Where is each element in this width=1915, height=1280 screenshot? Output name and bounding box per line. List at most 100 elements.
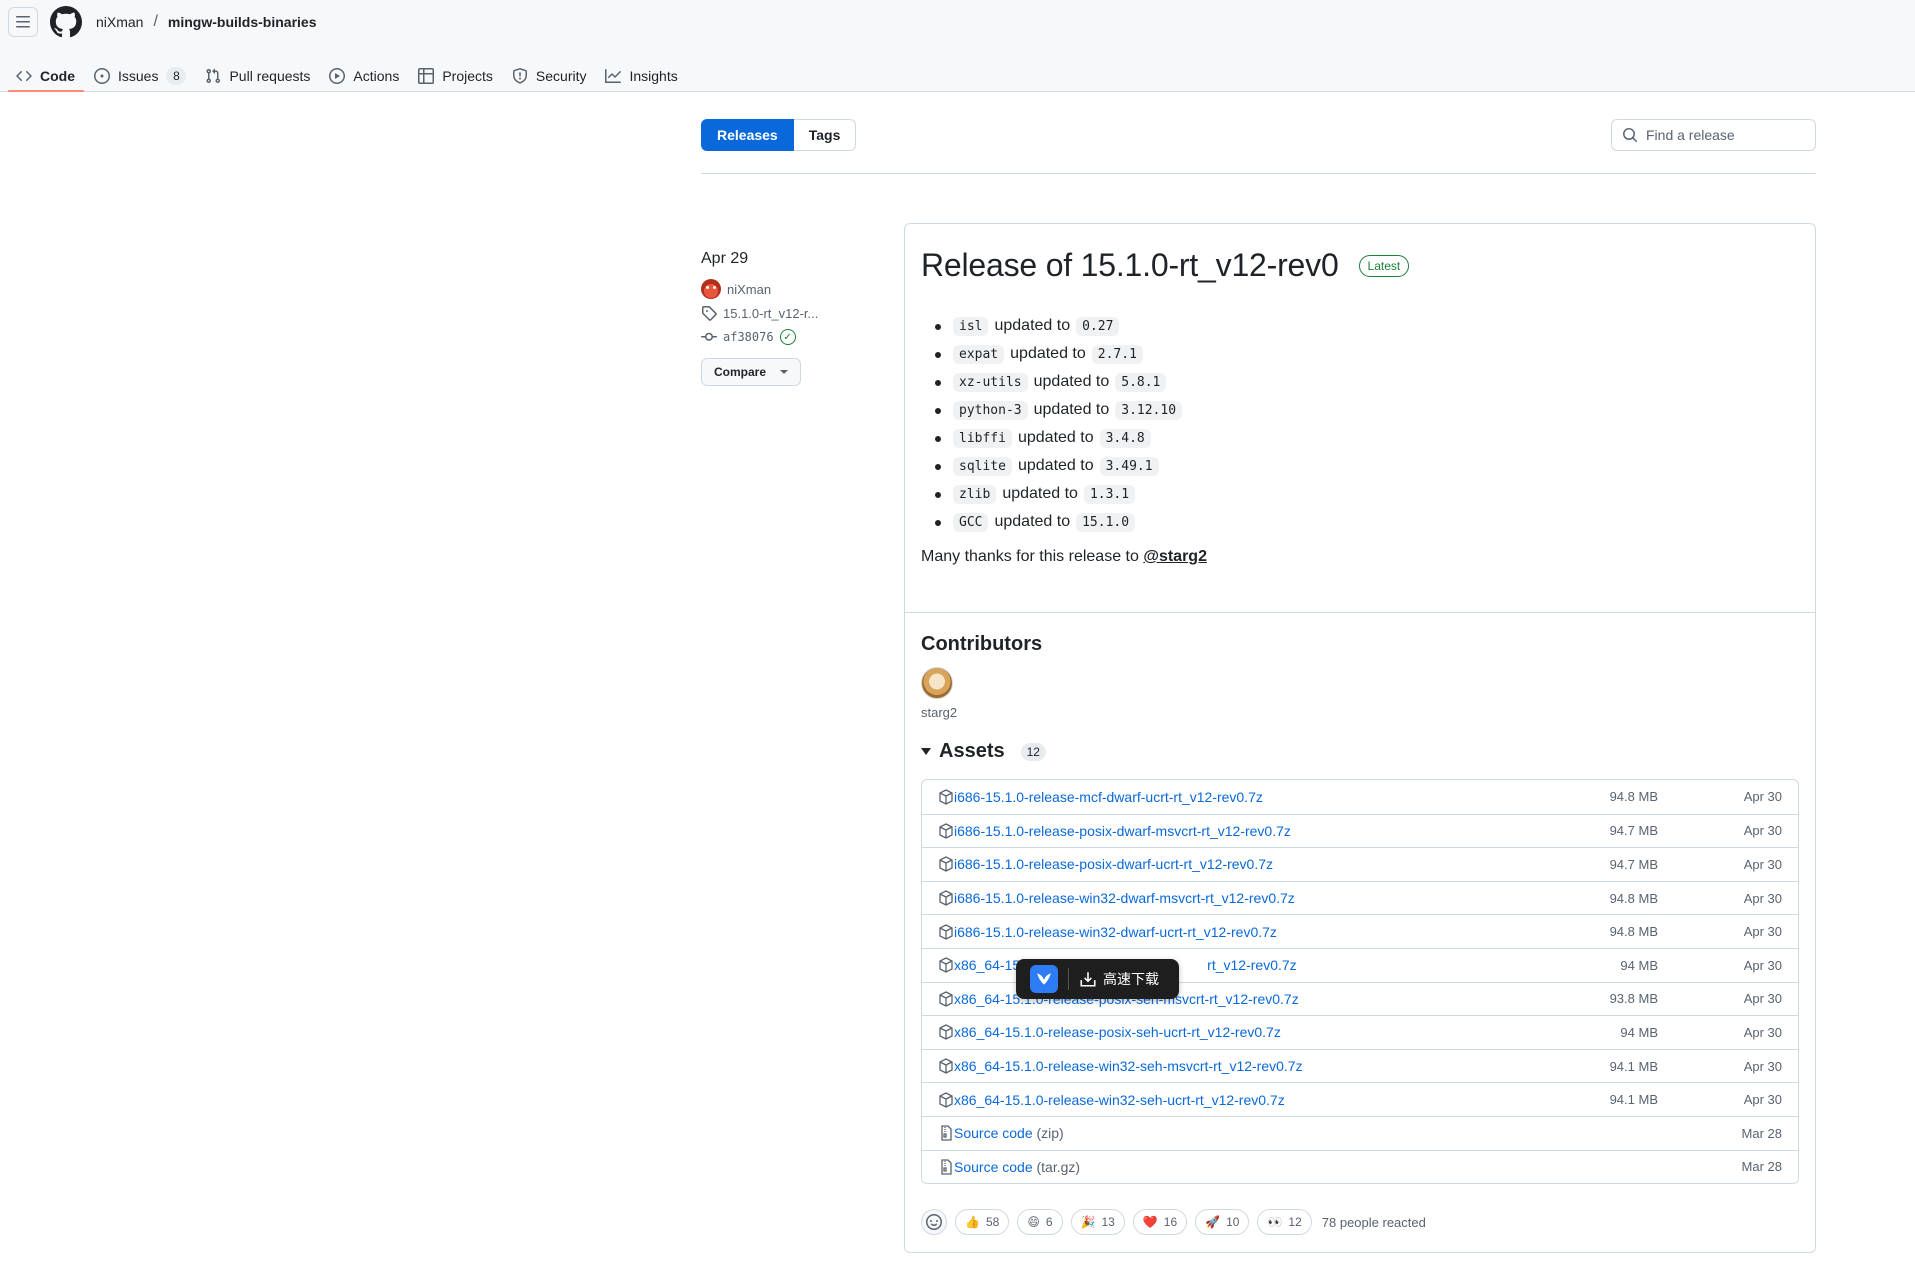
note-text: updated to — [994, 317, 1071, 334]
smiley-icon — [926, 1214, 942, 1230]
release-card: Release of 15.1.0-rt_v12-rev0 Latest isl… — [904, 223, 1816, 1253]
tab-pull-requests-label: Pull requests — [229, 67, 311, 84]
find-release-search[interactable] — [1611, 119, 1816, 151]
assets-heading: Assets — [939, 740, 1005, 762]
menu-button[interactable] — [8, 7, 38, 37]
asset-link[interactable]: x86_64-15.1.0-release-win32-seh-ucrt-rt_… — [954, 1092, 1538, 1108]
version: 5.8.1 — [1115, 372, 1167, 392]
tags-tab[interactable]: Tags — [793, 119, 857, 151]
release-tag[interactable]: 15.1.0-rt_v12-r... — [701, 302, 881, 324]
author-name: niXman — [727, 281, 772, 297]
tab-projects[interactable]: Projects — [410, 56, 502, 92]
reaction-thumbs-up[interactable]: 👍 58 — [955, 1209, 1010, 1235]
asset-date: Apr 30 — [1743, 991, 1782, 1007]
release-body: Release of 15.1.0-rt_v12-rev0 Latest isl… — [905, 224, 1815, 613]
tab-pull-requests[interactable]: Pull requests — [197, 56, 319, 92]
fast-download-button[interactable]: 高速下载 — [1079, 969, 1159, 989]
reaction-hooray[interactable]: 🎉 13 — [1070, 1209, 1125, 1235]
tab-actions[interactable]: Actions — [321, 56, 408, 92]
note-text: updated to — [1017, 457, 1094, 474]
bird-logo-icon — [1030, 965, 1058, 993]
file-zip-icon — [941, 1159, 952, 1175]
tab-issues[interactable]: Issues 8 — [86, 56, 195, 92]
release-commit[interactable]: af38076 ✓ — [701, 326, 881, 348]
find-release-input[interactable] — [1646, 127, 1806, 143]
repo-owner-link[interactable]: niXman — [96, 14, 143, 30]
tab-security[interactable]: Security — [504, 56, 596, 92]
package-name: GCC — [953, 512, 989, 532]
contributors-section: Contributors starg2 Assets 12 i686-15.1.… — [905, 613, 1815, 1185]
package-icon — [939, 957, 953, 973]
user-mention-link[interactable]: @starg2 — [1143, 548, 1207, 565]
package-icon — [939, 1091, 953, 1108]
repo-name-link[interactable]: mingw-builds-binaries — [168, 14, 317, 30]
asset-link[interactable]: i686-15.1.0-release-posix-dwarf-ucrt-rt_… — [954, 856, 1538, 872]
package-name: zlib — [953, 484, 997, 504]
asset-link[interactable]: i686-15.1.0-release-win32-dwarf-msvcrt-r… — [954, 890, 1538, 906]
search-icon — [1623, 128, 1638, 143]
package-icon — [939, 890, 953, 906]
reaction-count: 6 — [1045, 1215, 1053, 1229]
releases-tab[interactable]: Releases — [701, 119, 794, 151]
version: 3.12.10 — [1115, 400, 1183, 420]
list-item: expat updated to 2.7.1 — [921, 340, 1799, 368]
list-item: zlib updated to 1.3.1 — [921, 480, 1799, 508]
note-text: updated to — [1010, 345, 1086, 362]
download-accelerator-overlay[interactable]: 高速下载 — [1016, 959, 1179, 999]
add-reaction-button[interactable] — [921, 1209, 947, 1235]
releases-tags-toggle: Releases Tags — [701, 119, 857, 151]
asset-link[interactable]: x86_64-15.1.0-release-win32-seh-msvcrt-r… — [954, 1058, 1538, 1074]
github-logo-icon[interactable] — [50, 6, 82, 38]
rocket-icon: 🚀 — [1205, 1215, 1221, 1229]
reaction-count: 58 — [985, 1215, 1000, 1229]
reaction-laugh[interactable]: 😄 6 — [1017, 1209, 1063, 1235]
asset-link-head: x86_64-15 — [954, 957, 1021, 974]
laugh-icon: 😄 — [1027, 1215, 1040, 1229]
asset-size: 94.1 MB — [1609, 1058, 1658, 1074]
asset-link[interactable]: i686-15.1.0-release-posix-dwarf-msvcrt-r… — [954, 823, 1538, 839]
source-zip-link[interactable]: Source code (zip) — [954, 1125, 1538, 1141]
issue-icon — [94, 67, 110, 84]
thanks-label: Many thanks for this release to — [921, 548, 1139, 565]
compare-button[interactable]: Compare — [701, 358, 802, 386]
reaction-heart[interactable]: ❤️ 16 — [1132, 1209, 1188, 1235]
asset-link[interactable]: i686-15.1.0-release-mcf-dwarf-ucrt-rt_v1… — [954, 789, 1538, 805]
tab-security-label: Security — [535, 67, 587, 84]
asset-size: 94.8 MB — [1609, 890, 1658, 906]
reaction-count: 16 — [1163, 1215, 1178, 1229]
version: 3.4.8 — [1099, 428, 1151, 448]
reaction-rocket[interactable]: 🚀 10 — [1195, 1209, 1250, 1235]
package-icon — [939, 1024, 953, 1041]
check-circle-icon: ✓ — [779, 329, 796, 345]
reactions-bar: 👍 58 😄 6 🎉 13 ❤️ 16 🚀 10 👀 12 78 people reacte… — [921, 1209, 1426, 1235]
source-targz-link[interactable]: Source code (tar.gz) — [954, 1159, 1538, 1175]
graph-icon — [605, 68, 622, 83]
version: 0.27 — [1076, 316, 1120, 336]
download-icon — [1080, 972, 1096, 987]
asset-row: i686-15.1.0-release-posix-dwarf-ucrt-rt_… — [922, 847, 1798, 881]
repo-nav: Code Issues 8 Pull requests Actions Proj… — [0, 56, 689, 92]
note-text: updated to — [1033, 401, 1110, 418]
reaction-eyes[interactable]: 👀 12 — [1257, 1209, 1312, 1235]
divider — [701, 173, 1816, 174]
tab-code-label: Code — [40, 67, 75, 84]
package-name: expat — [953, 344, 1005, 364]
list-item: xz-utils updated to 5.8.1 — [921, 368, 1799, 396]
asset-link[interactable]: i686-15.1.0-release-win32-dwarf-ucrt-rt_… — [954, 924, 1538, 940]
tab-insights[interactable]: Insights — [597, 56, 686, 92]
assets-toggle[interactable]: Assets 12 — [921, 740, 1799, 763]
heart-icon: ❤️ — [1142, 1215, 1158, 1229]
tab-code[interactable]: Code — [8, 56, 84, 92]
shield-icon — [512, 67, 527, 84]
package-icon — [939, 1058, 953, 1074]
asset-link[interactable]: x86_64-15.1.0-release-posix-seh-ucrt-rt_… — [954, 1024, 1538, 1040]
package-icon — [939, 923, 953, 940]
contributor-avatar[interactable] — [921, 667, 953, 699]
release-author[interactable]: niXman — [701, 278, 881, 300]
asset-date: Apr 30 — [1743, 823, 1782, 839]
asset-date: Apr 30 — [1743, 789, 1782, 805]
release-title[interactable]: Release of 15.1.0-rt_v12-rev0 — [921, 247, 1339, 284]
asset-row: x86_64-15.1.0-release-posix-seh-ucrt-rt_… — [922, 1015, 1798, 1049]
asset-row: i686-15.1.0-release-win32-dwarf-ucrt-rt_… — [922, 914, 1798, 948]
asset-row: i686-15.1.0-release-win32-dwarf-msvcrt-r… — [922, 880, 1798, 915]
